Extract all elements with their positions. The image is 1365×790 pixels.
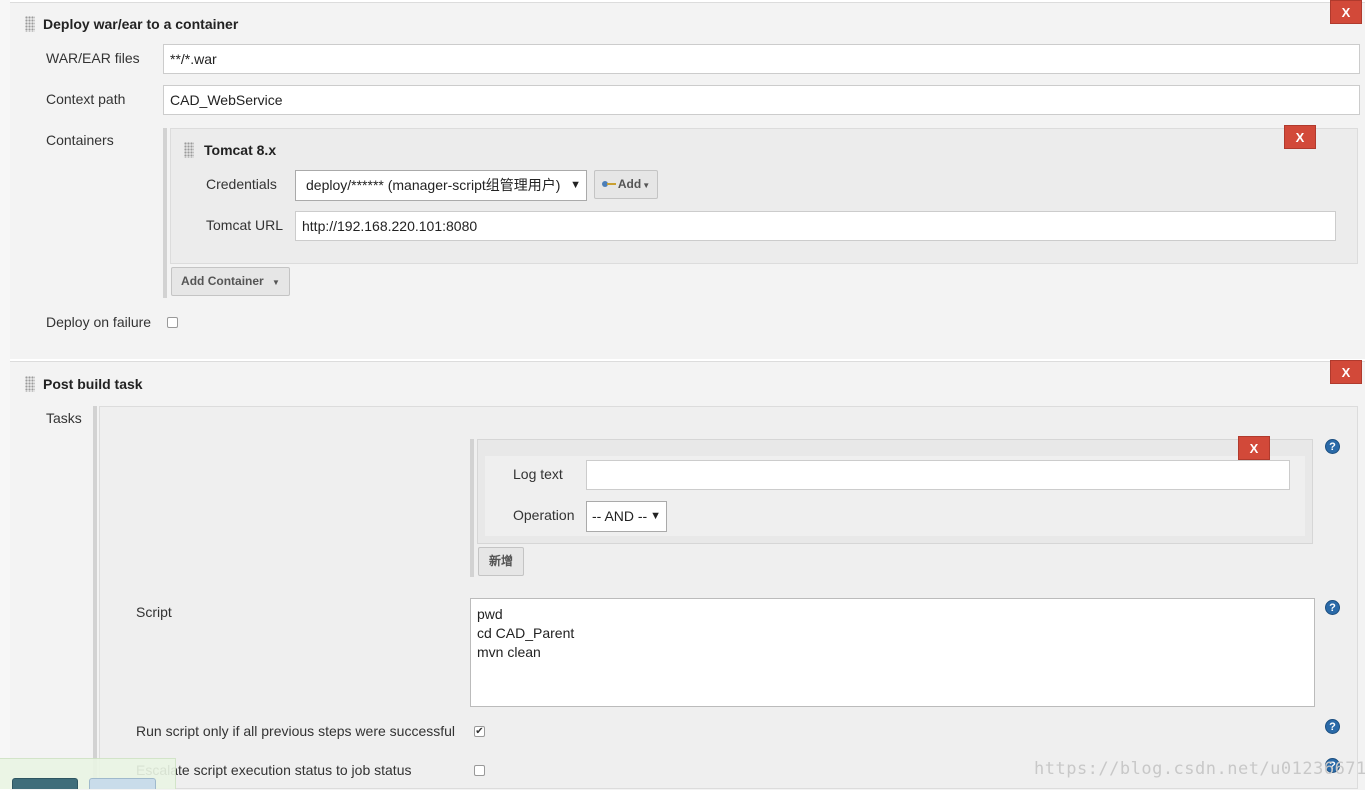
operation-select[interactable]: -- AND -- ▼ [586,501,667,532]
tomcat-url-input[interactable]: http://192.168.220.101:8080 [295,211,1336,241]
script-textarea[interactable]: pwd cd CAD_Parent mvn clean [470,598,1315,707]
chevron-down-icon: ▼ [642,181,651,190]
credentials-select[interactable]: deploy/****** (manager-script组管理用户) ▼ [295,170,587,201]
apply-button[interactable] [89,778,156,789]
tomcat-title: Tomcat 8.x [204,142,277,158]
add-log-button[interactable]: 新增 [478,547,524,576]
run-only-checkbox[interactable]: ✔ [474,726,485,737]
watermark: https://blog.csdn.net/u012366712 [1034,759,1365,779]
add-credentials-button[interactable]: Add▼ [594,170,658,199]
chevron-down-icon: ▼ [650,510,661,522]
tasks-label: Tasks [46,410,82,426]
operation-value: -- AND -- [592,508,648,524]
remove-tomcat-button[interactable]: X [1284,125,1316,149]
tasks-indent-bar [93,406,97,789]
deploy-on-failure-label: Deploy on failure [46,314,152,330]
remove-deploy-button[interactable]: X [1330,0,1362,24]
credentials-label: Credentials [206,176,277,192]
post-build-title: Post build task [43,376,143,392]
deploy-on-failure-checkbox[interactable] [167,317,178,328]
add-container-label: Add Container [181,274,264,288]
context-path-label: Context path [46,91,126,107]
add-container-button[interactable]: Add Container ▼ [171,267,290,296]
log-text-label: Log text [513,466,563,482]
section-left-bar [0,0,10,789]
log-text-input[interactable] [586,460,1290,490]
drag-handle-icon[interactable] [25,16,35,32]
key-icon [601,180,616,187]
war-files-input[interactable]: **/*.war [163,44,1360,74]
containers-indent-bar [163,128,167,298]
escalate-label: Escalate script execution status to job … [136,762,412,778]
escalate-checkbox[interactable] [474,765,485,776]
drag-handle-icon[interactable] [25,376,35,392]
remove-log-button[interactable]: X [1238,436,1270,460]
chevron-down-icon: ▼ [272,278,280,287]
add-credentials-label: Add [617,177,642,191]
context-path-input[interactable]: CAD_WebService [163,85,1360,115]
remove-post-build-button[interactable]: X [1330,360,1362,384]
log-indent-bar [470,439,474,577]
credentials-value: deploy/****** (manager-script组管理用户) [306,177,561,193]
run-only-label: Run script only if all previous steps we… [136,723,456,739]
chevron-down-icon: ▼ [570,179,581,191]
tomcat-url-label: Tomcat URL [206,217,284,233]
drag-handle-icon[interactable] [184,142,194,158]
help-icon[interactable]: ? [1325,439,1340,454]
war-files-label: WAR/EAR files [46,50,140,66]
save-button[interactable] [12,778,78,789]
deploy-section-title: Deploy war/ear to a container [43,16,239,32]
help-icon[interactable]: ? [1325,719,1340,734]
operation-label: Operation [513,507,575,523]
script-label: Script [136,604,172,620]
help-icon[interactable]: ? [1325,600,1340,615]
containers-label: Containers [46,132,114,148]
